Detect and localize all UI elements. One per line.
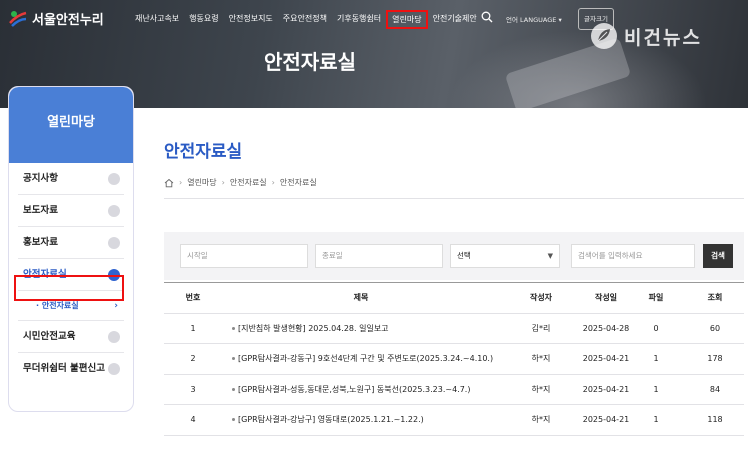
search-button[interactable]: 검색 bbox=[703, 244, 733, 268]
table-row: 4 [GPR탐사결과-강남구] 영동대로(2025.1.21.~1.22.) 하… bbox=[164, 405, 744, 436]
sidebar-item-label: 시민안전교육 bbox=[23, 331, 76, 342]
row-title-link[interactable]: [GPR탐사결과-성동,동대문,성북,노원구] 동북선(2025.3.23.~4… bbox=[222, 375, 500, 405]
row-title-link[interactable]: [GPR탐사결과-강동구] 9호선4단계 구간 및 주변도로(2025.3.24… bbox=[222, 344, 500, 374]
table-row: 2 [GPR탐사결과-강동구] 9호선4단계 구간 및 주변도로(2025.3.… bbox=[164, 344, 744, 375]
sidebar-item-notices[interactable]: 공지사항 bbox=[18, 163, 124, 195]
sidebar-item-safety-education[interactable]: 시민안전교육 bbox=[18, 321, 124, 353]
sidebar-menu: 공지사항 보도자료 홍보자료 안전자료실 · 안전자료실 › 시민안전교육 무더… bbox=[9, 163, 133, 385]
nav-item-tech-proposal[interactable]: 안전기술제안 bbox=[428, 10, 482, 29]
row-file-count: 1 bbox=[653, 384, 659, 394]
breadcrumb: › 열린마당 › 안전자료실 › 안전자료실 bbox=[164, 177, 317, 188]
chevron-right-icon bbox=[108, 237, 120, 249]
table-row: 1 [지반침하 발생현황] 2025.04.28. 일일보고 김*리 2025-… bbox=[164, 314, 744, 344]
breadcrumb-item-current: 안전자료실 bbox=[279, 178, 317, 187]
table-row: 3 [GPR탐사결과-성동,동대문,성북,노원구] 동북선(2025.3.23.… bbox=[164, 375, 744, 405]
nav-item-safety-policy[interactable]: 주요안전정책 bbox=[278, 10, 332, 29]
chevron-right-icon bbox=[108, 331, 120, 343]
nav-item-open-forum[interactable]: 열린마당 bbox=[386, 10, 428, 29]
highlight-box bbox=[14, 275, 124, 301]
row-title-text: [지반침하 발생현황] 2025.04.28. 일일보고 bbox=[238, 323, 389, 333]
bullet-icon bbox=[232, 418, 235, 421]
start-date-input[interactable]: 시작일 bbox=[180, 244, 308, 268]
sidebar-item-label: 무더위쉼터 불편신고 bbox=[23, 363, 105, 374]
row-number: 1 bbox=[190, 323, 196, 333]
chevron-right-icon bbox=[108, 173, 120, 185]
row-author: 하*지 bbox=[531, 415, 551, 424]
search-type-select[interactable]: 선택 ▼ bbox=[450, 244, 560, 268]
column-header-views: 조회 bbox=[707, 293, 723, 302]
column-header-author: 작성자 bbox=[529, 293, 553, 302]
row-title-text: [GPR탐사결과-성동,동대문,성북,노원구] 동북선(2025.3.23.~4… bbox=[238, 384, 471, 394]
search-icon[interactable] bbox=[481, 11, 493, 23]
logo-text: 서울안전누리 bbox=[32, 12, 104, 28]
page: 서울안전누리 재난사고속보 행동요령 안전정보지도 주요안전정책 기후동행쉼터 … bbox=[0, 0, 748, 460]
column-header-number: 번호 bbox=[185, 293, 201, 302]
row-file-count: 1 bbox=[653, 415, 659, 424]
chevron-right-icon bbox=[108, 363, 120, 375]
sidebar-item-label: 공지사항 bbox=[23, 173, 58, 184]
nav-item-disaster-news[interactable]: 재난사고속보 bbox=[130, 10, 184, 29]
page-title: 안전자료실 bbox=[164, 142, 243, 162]
sidebar-item-promotion[interactable]: 홍보자료 bbox=[18, 227, 124, 259]
row-views: 60 bbox=[709, 323, 721, 333]
row-title-link[interactable]: [GPR탐사결과-강남구] 영동대로(2025.1.21.~1.22.) bbox=[222, 405, 500, 435]
nav-item-safety-map[interactable]: 안전정보지도 bbox=[224, 10, 278, 29]
search-input[interactable]: 검색어를 입력하세요 bbox=[571, 244, 695, 268]
breadcrumb-item[interactable]: 열린마당 bbox=[187, 177, 216, 188]
bullet-icon: · bbox=[36, 301, 40, 310]
sidebar-subitem-label: 안전자료실 bbox=[41, 301, 79, 310]
row-number: 3 bbox=[190, 384, 196, 394]
archive-table: 번호 제목 작성자 작성일 파일 조회 1 [지반침하 발생현황] 2025.0… bbox=[164, 282, 744, 436]
seoul-logo-icon bbox=[9, 11, 27, 27]
divider bbox=[164, 198, 744, 199]
row-views: 118 bbox=[707, 415, 723, 424]
row-title-text: [GPR탐사결과-강남구] 영동대로(2025.1.21.~1.22.) bbox=[238, 415, 424, 424]
column-header-file: 파일 bbox=[648, 293, 664, 302]
row-file-count: 0 bbox=[653, 323, 659, 333]
row-title-text: [GPR탐사결과-강동구] 9호선4단계 구간 및 주변도로(2025.3.24… bbox=[238, 354, 494, 363]
language-selector[interactable]: 언어 LANGUAGE ▾ bbox=[506, 14, 562, 24]
sidebar-item-label: 보도자료 bbox=[23, 205, 58, 216]
home-icon[interactable] bbox=[164, 178, 174, 188]
sidebar: 열린마당 공지사항 보도자료 홍보자료 안전자료실 · 안전자료실 › 시민안전… bbox=[8, 86, 134, 412]
breadcrumb-separator-icon: › bbox=[221, 178, 225, 187]
sidebar-header: 열린마당 bbox=[9, 87, 133, 163]
nav-item-action-guide[interactable]: 행동요령 bbox=[184, 10, 223, 29]
caret-down-icon: ▾ bbox=[558, 16, 562, 24]
row-number: 4 bbox=[190, 415, 196, 424]
main-nav: 재난사고속보 행동요령 안전정보지도 주요안전정책 기후동행쉼터 열린마당 안전… bbox=[130, 10, 482, 29]
chevron-right-icon bbox=[108, 205, 120, 217]
breadcrumb-item[interactable]: 안전자료실 bbox=[230, 177, 267, 188]
select-value: 선택 bbox=[457, 251, 471, 260]
row-views: 84 bbox=[709, 384, 721, 394]
watermark-text: 비건뉴스 bbox=[624, 26, 702, 49]
hero-title: 안전자료실 bbox=[264, 50, 356, 74]
row-author: 하*지 bbox=[531, 384, 551, 394]
breadcrumb-separator-icon: › bbox=[179, 178, 183, 187]
row-views: 178 bbox=[707, 354, 723, 363]
row-author: 김*리 bbox=[531, 323, 551, 333]
column-header-title: 제목 bbox=[353, 293, 369, 302]
breadcrumb-separator-icon: › bbox=[271, 178, 275, 187]
bullet-icon bbox=[232, 357, 235, 360]
bullet-icon bbox=[232, 387, 235, 391]
search-filter-bar: 시작일 종료일 선택 ▼ 검색어를 입력하세요 검색 bbox=[164, 232, 744, 280]
row-author: 하*지 bbox=[531, 354, 551, 363]
row-number: 2 bbox=[190, 354, 196, 363]
caret-down-icon: ▼ bbox=[547, 252, 553, 260]
sidebar-item-label: 홍보자료 bbox=[23, 237, 58, 248]
end-date-input[interactable]: 종료일 bbox=[315, 244, 443, 268]
language-label: 언어 LANGUAGE bbox=[506, 16, 557, 24]
site-logo[interactable]: 서울안전누리 bbox=[8, 8, 104, 28]
row-title-link[interactable]: [지반침하 발생현황] 2025.04.28. 일일보고 bbox=[222, 314, 500, 344]
table-header-row: 번호 제목 작성자 작성일 파일 조회 bbox=[164, 283, 744, 314]
row-file-count: 1 bbox=[653, 354, 659, 363]
bullet-icon bbox=[232, 326, 235, 330]
nav-item-climate-shelter[interactable]: 기후동행쉼터 bbox=[332, 10, 386, 29]
sidebar-item-heat-shelter-report[interactable]: 무더위쉼터 불편신고 bbox=[18, 353, 124, 385]
sidebar-item-press[interactable]: 보도자료 bbox=[18, 195, 124, 227]
